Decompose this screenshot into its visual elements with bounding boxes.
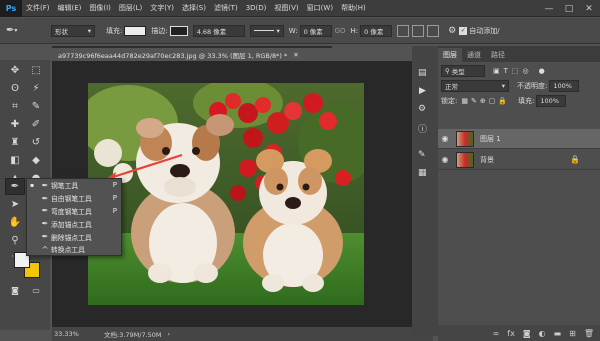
- flyout-item-convert-point[interactable]: ^ 转换点工具: [27, 243, 121, 256]
- layer-thumbnail: [456, 151, 474, 168]
- layer-row-background[interactable]: ◉ 背景 🔒: [438, 150, 600, 170]
- flyout-item-delete-anchor[interactable]: ✒ 删除锚点工具: [27, 230, 121, 243]
- eye-icon[interactable]: ◉: [438, 134, 452, 143]
- zoom-level[interactable]: 33.33%: [54, 330, 100, 338]
- delete-layer-icon[interactable]: 🗑: [584, 329, 594, 338]
- blend-row: 正常 ▾ 不透明度: 100%: [438, 80, 600, 92]
- selected-indicator-icon: ▪: [30, 181, 35, 189]
- chevron-right-icon[interactable]: ›: [168, 330, 171, 338]
- convert-point-icon: ^: [41, 244, 49, 254]
- flyout-label: 自由钢笔工具: [51, 195, 92, 204]
- tab-layers[interactable]: 图层: [438, 48, 462, 62]
- play-icon[interactable]: ▶: [419, 86, 426, 96]
- layer-name[interactable]: 背景: [480, 155, 494, 165]
- lock-options-icons[interactable]: ▦✎⊕▢🔒: [461, 97, 510, 105]
- opacity-label: 不透明度:: [517, 82, 548, 90]
- tab-channels[interactable]: 通道: [462, 48, 486, 62]
- document-info: 文档:3.79M/7.50M: [104, 331, 162, 339]
- filter-toggle-icon[interactable]: ●: [539, 67, 545, 75]
- swatches-icon[interactable]: ▦: [418, 168, 427, 178]
- status-bar: 33.33% 文档:3.79M/7.50M ›: [52, 327, 433, 341]
- flyout-label: 添加锚点工具: [51, 220, 92, 229]
- collapsed-panels-dock: ▤ ▶ ⚙ ⓘ ✎ ▦: [412, 46, 438, 336]
- add-anchor-icon: ✒: [41, 219, 49, 229]
- link-layers-icon[interactable]: ∞: [493, 329, 500, 338]
- adjustment-layer-icon[interactable]: ◐: [539, 329, 546, 338]
- delete-anchor-icon: ✒: [41, 232, 49, 242]
- history-icon[interactable]: ▤: [418, 68, 427, 78]
- flyout-label: 弯度钢笔工具: [51, 207, 92, 216]
- layer-row-layer1[interactable]: ◉ 图层 1: [438, 129, 600, 149]
- new-group-icon[interactable]: ▬: [554, 329, 562, 338]
- pen-tool-flyout: ▪ ✒ 钢笔工具 P ✒ 自由钢笔工具 P ✒ 弯度钢笔工具 P ✒ 添加锚点工…: [26, 178, 122, 256]
- lock-row: 锁定: ▦✎⊕▢🔒 填充: 100%: [438, 95, 600, 107]
- shortcut-label: P: [112, 194, 117, 203]
- layer-style-icon[interactable]: fx: [507, 329, 515, 338]
- search-icon: ⚲: [445, 67, 450, 75]
- opacity-value: 100%: [553, 82, 572, 90]
- blend-mode-select[interactable]: 正常 ▾: [441, 80, 509, 92]
- chevron-down-icon: ▾: [501, 82, 505, 90]
- layers-panel-footer: ∞ fx ◙ ◐ ▬ ⊞ 🗑: [438, 325, 600, 341]
- curvature-pen-icon: ✒: [41, 206, 49, 216]
- fill-value: 100%: [540, 97, 559, 105]
- eye-icon[interactable]: ◉: [438, 155, 452, 164]
- blend-mode-value: 正常: [445, 83, 458, 91]
- flyout-item-freeform-pen[interactable]: ✒ 自由钢笔工具 P: [27, 192, 121, 205]
- add-mask-icon[interactable]: ◙: [523, 329, 531, 338]
- layer-filter-row: ⚲ 类型 ▣T⬚◎ ●: [438, 65, 600, 77]
- brush-settings-icon[interactable]: ✎: [418, 150, 426, 160]
- layers-panel: 图层 通道 路径 ⚲ 类型 ▣T⬚◎ ● 正常 ▾ 不透明度: 100% 锁定:…: [438, 46, 600, 341]
- panel-tabs: 图层 通道 路径: [438, 46, 600, 62]
- filter-icons[interactable]: ▣T⬚◎: [493, 67, 533, 75]
- flyout-item-add-anchor[interactable]: ✒ 添加锚点工具: [27, 217, 121, 230]
- flyout-item-pen[interactable]: ▪ ✒ 钢笔工具 P: [27, 179, 121, 192]
- filter-value: 类型: [451, 68, 465, 76]
- freeform-pen-icon: ✒: [41, 193, 49, 203]
- pen-icon: ✒: [41, 180, 49, 190]
- layer-name[interactable]: 图层 1: [480, 134, 501, 144]
- flyout-label: 钢笔工具: [51, 182, 79, 191]
- flyout-label: 转换点工具: [51, 246, 85, 255]
- shortcut-label: P: [112, 181, 117, 190]
- lock-icon: 🔒: [570, 155, 580, 164]
- lock-label: 锁定:: [441, 97, 458, 105]
- flyout-item-curvature-pen[interactable]: ✒ 弯度钢笔工具 P: [27, 205, 121, 218]
- layer-filter-select[interactable]: ⚲ 类型: [441, 65, 485, 77]
- fill-label: 填充:: [518, 97, 535, 105]
- shortcut-label: P: [112, 206, 117, 215]
- opacity-field[interactable]: 100%: [549, 80, 580, 92]
- adjust-icon[interactable]: ⚙: [418, 104, 426, 114]
- tab-paths[interactable]: 路径: [486, 48, 510, 62]
- new-layer-icon[interactable]: ⊞: [569, 329, 576, 338]
- fill-field[interactable]: 100%: [536, 95, 567, 107]
- layer-thumbnail: [456, 130, 474, 147]
- info-icon[interactable]: ⓘ: [418, 122, 427, 135]
- flyout-label: 删除锚点工具: [51, 233, 92, 242]
